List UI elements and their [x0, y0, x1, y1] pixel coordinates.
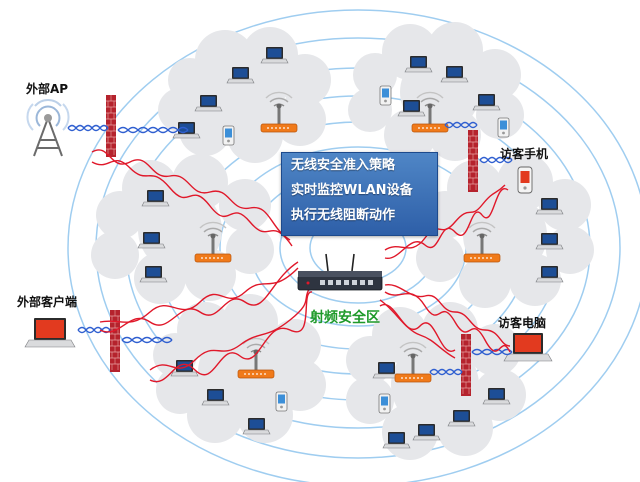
visitor-phone-label: 访客手机 [500, 147, 549, 161]
wireless-security-diagram [24, 9, 640, 482]
visitor-pc-label: 访客电脑 [498, 316, 547, 330]
firewall-icon [467, 129, 479, 193]
phone-icon [517, 166, 533, 194]
policy-line-2: 实时监控WLAN设备 [291, 183, 413, 198]
firewall-icon [105, 94, 117, 158]
policy-line-3: 执行无线阻断动作 [291, 208, 396, 223]
laptop-icon [24, 318, 76, 348]
policy-panel: 无线安全准入策略 实时监控WLAN设备 执行无线阻断动作 [281, 152, 438, 236]
cloud-top-left [158, 27, 331, 163]
cloud-right [416, 154, 594, 308]
radio-tower-icon [26, 99, 70, 157]
firewall-icon [109, 309, 121, 373]
rf-security-zone-label: 射频安全区 [310, 310, 380, 326]
cloud-top-right [348, 22, 524, 161]
cloud-left [91, 154, 274, 304]
wips-appliance-icon [297, 253, 383, 291]
firewall-icon [460, 333, 472, 397]
policy-line-1: 无线安全准入策略 [291, 158, 396, 173]
external-client-label: 外部客户端 [17, 295, 78, 309]
external-ap-label: 外部AP [26, 82, 69, 96]
